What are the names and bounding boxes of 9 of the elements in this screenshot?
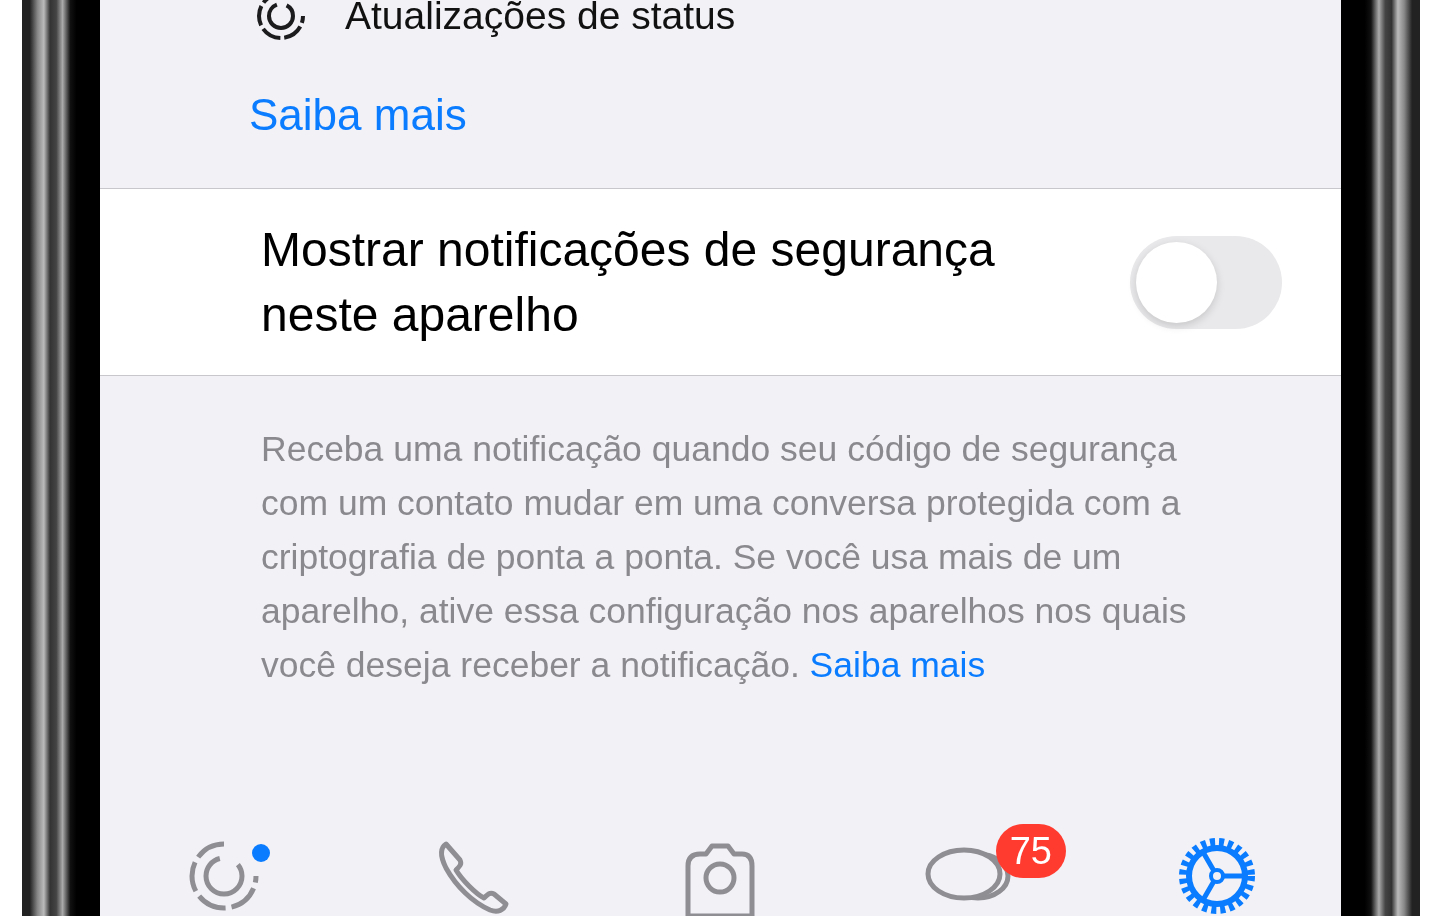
- footer-description: Receba uma notificação quando seu código de segurança com um contato mudar em uma conversa protegida com a criptografia de ponta a ponta. Se você usa mais de um aparelho, ative essa configuração nos aparelhos nos quais você deseja receber a notificação. Saiba mais: [261, 428, 1188, 687]
- unread-count: 75: [995, 824, 1066, 878]
- status-updates-label: Atualizações de status: [345, 0, 736, 38]
- settings-icon: [1176, 836, 1257, 916]
- learn-more-link[interactable]: Saiba mais: [249, 90, 467, 139]
- learn-more-link[interactable]: Saiba mais: [809, 645, 986, 685]
- tab-bar-item[interactable]: 75: [844, 820, 1093, 916]
- setting-label: Mostrar notificações de segurança neste aparelho: [261, 222, 996, 343]
- status-icon: [255, 0, 307, 42]
